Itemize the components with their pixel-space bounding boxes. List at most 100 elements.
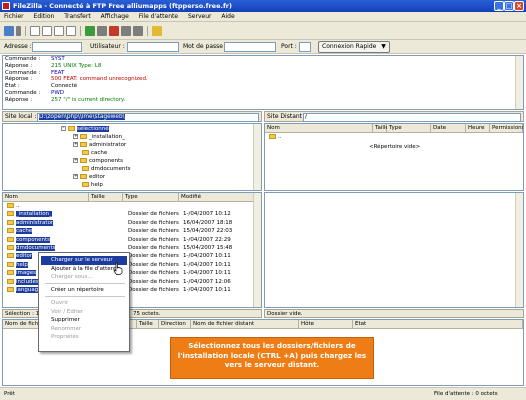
col-header-size[interactable]: Taille bbox=[89, 193, 123, 202]
log-text: FEAT bbox=[51, 69, 65, 76]
tree-item[interactable]: dmdocuments bbox=[82, 166, 130, 174]
folder-icon bbox=[7, 228, 14, 234]
selection-size: 75 octets. bbox=[133, 311, 161, 317]
file-type: Dossier de fichiers bbox=[128, 278, 179, 285]
queue-icon[interactable] bbox=[66, 26, 76, 36]
col-header-date[interactable]: Date bbox=[431, 124, 466, 133]
tree-item[interactable]: + _installation_ bbox=[73, 134, 125, 142]
menu-item-delete[interactable]: Supprimer bbox=[41, 316, 127, 325]
filter-icon[interactable] bbox=[152, 26, 162, 36]
tree-item-label: administrator bbox=[89, 142, 127, 148]
tree-item-label: dmdocuments bbox=[91, 166, 131, 172]
expand-icon[interactable]: + bbox=[73, 158, 78, 163]
col-header-name[interactable]: Nom bbox=[265, 124, 373, 133]
tree-item[interactable]: + administrator bbox=[73, 142, 126, 150]
file-row[interactable]: _installation_ Dossier de fichiers 1-/04/2… bbox=[3, 210, 258, 218]
collapse-icon[interactable]: - bbox=[61, 126, 66, 131]
menu-item-view-edit[interactable]: Voir / Editer bbox=[41, 308, 127, 317]
close-button[interactable]: × bbox=[514, 1, 524, 11]
local-path-input[interactable]: D:\zopen\php\\ime\stageweb\ bbox=[37, 113, 259, 122]
folder-icon bbox=[80, 134, 87, 139]
message-log-icon[interactable] bbox=[30, 26, 40, 36]
file-date: 1-/04/2007 22:29 bbox=[183, 236, 231, 243]
menu-file-attente[interactable]: File d'attente bbox=[135, 12, 182, 22]
menu-transfert[interactable]: Transfert bbox=[60, 12, 94, 22]
window-title: FileZilla - Connecté à FTP Free alliumap… bbox=[13, 2, 232, 10]
message-log: Commande : SYST Réponse : 215 UNIX Type: L… bbox=[2, 55, 524, 110]
local-tree-scrollbar[interactable] bbox=[253, 124, 261, 190]
refresh-icon[interactable] bbox=[85, 26, 95, 36]
quickconnect-button[interactable]: Connexion Rapide ▼ bbox=[318, 41, 390, 53]
tree-item[interactable]: + editor bbox=[73, 174, 105, 182]
menu-item-create-dir[interactable]: Créer un répertoire bbox=[41, 286, 127, 295]
host-input[interactable] bbox=[32, 42, 82, 52]
file-type: Dossier de fichiers bbox=[128, 219, 179, 226]
process-queue-icon[interactable] bbox=[97, 26, 107, 36]
file-date: 1-/04/2007 10:11 bbox=[183, 287, 231, 293]
remote-parent-row[interactable]: .. bbox=[269, 134, 282, 142]
tree-item[interactable]: + components bbox=[73, 158, 123, 166]
user-input[interactable] bbox=[127, 42, 179, 52]
col-header-time[interactable]: Heure bbox=[466, 124, 490, 133]
menu-fichier[interactable]: Fichier bbox=[0, 12, 28, 22]
log-key: Etat : bbox=[5, 83, 20, 90]
status-text: Prêt bbox=[4, 391, 15, 397]
col-header-status[interactable]: Etat bbox=[353, 320, 523, 329]
menu-serveur[interactable]: Serveur bbox=[184, 12, 215, 22]
col-header-perms[interactable]: Permissions bbox=[490, 124, 523, 133]
col-header-host[interactable]: Hôte bbox=[299, 320, 353, 329]
folder-icon bbox=[7, 261, 14, 267]
tree-item[interactable]: help bbox=[82, 182, 103, 190]
log-line: Réponse : 215 UNIX Type: L8 bbox=[3, 63, 523, 70]
tree-item[interactable]: cache bbox=[82, 150, 107, 158]
dropdown-icon[interactable] bbox=[16, 26, 21, 36]
expand-icon[interactable]: + bbox=[73, 174, 78, 179]
maximize-button[interactable]: □ bbox=[504, 1, 514, 11]
menu-item-rename[interactable]: Renommer bbox=[41, 325, 127, 334]
col-header-name[interactable]: Nom bbox=[3, 193, 89, 202]
remote-list-scrollbar[interactable] bbox=[515, 193, 523, 307]
col-header-remote-file[interactable]: Nom de fichier distant bbox=[191, 320, 299, 329]
folder-icon bbox=[7, 236, 14, 242]
remote-path-bar: Site Distant : / bbox=[264, 111, 524, 122]
tree-item-root[interactable]: - sélectionné bbox=[61, 126, 109, 134]
minimize-button[interactable]: _ bbox=[494, 1, 504, 11]
password-input[interactable] bbox=[224, 42, 276, 52]
remote-path-input[interactable]: / bbox=[303, 113, 521, 122]
menu-aide[interactable]: Aide bbox=[217, 12, 238, 22]
file-row[interactable]: components Dossier de fichiers 1-/04/2007 … bbox=[3, 236, 258, 244]
chevron-down-icon[interactable]: ▼ bbox=[381, 43, 386, 50]
site-manager-icon[interactable] bbox=[4, 26, 14, 36]
log-scrollbar[interactable] bbox=[515, 56, 523, 109]
local-tree-icon[interactable] bbox=[42, 26, 52, 36]
file-date: 1-/04/2007 10:11 bbox=[183, 253, 231, 260]
menu-item-properties[interactable]: Propriétés bbox=[41, 333, 127, 342]
tree-item-label: help bbox=[91, 182, 103, 188]
file-row[interactable]: administrator Dossier de fichiers 16/04/20… bbox=[3, 219, 258, 227]
expand-icon[interactable]: + bbox=[73, 134, 78, 139]
file-name: includes bbox=[16, 278, 39, 285]
menu-item-open[interactable]: Ouvrir bbox=[41, 299, 127, 308]
reconnect-icon[interactable] bbox=[133, 26, 143, 36]
col-header-direction[interactable]: Direction bbox=[159, 320, 191, 329]
menu-separator bbox=[45, 283, 125, 284]
menu-affichage[interactable]: Affichage bbox=[97, 12, 133, 22]
col-header-type[interactable]: Type bbox=[123, 193, 179, 202]
port-input[interactable] bbox=[299, 42, 311, 52]
remote-tree-icon[interactable] bbox=[54, 26, 64, 36]
expand-icon[interactable]: + bbox=[73, 142, 78, 147]
log-text: 500 FEAT: command unrecognized. bbox=[51, 76, 148, 83]
col-header-size[interactable]: Taille bbox=[373, 124, 389, 133]
file-date: 1-/04/2007 10:11 bbox=[183, 270, 231, 277]
col-header-type[interactable]: Type bbox=[387, 124, 431, 133]
local-list-scrollbar[interactable] bbox=[253, 193, 261, 307]
menu-edition[interactable]: Edition bbox=[30, 12, 59, 22]
remote-empty-text: <Répertoire vide> bbox=[369, 144, 421, 150]
disconnect-icon[interactable] bbox=[121, 26, 131, 36]
col-header-size[interactable]: Taille bbox=[137, 320, 159, 329]
queue-size-text: File d'attente : 0 octets bbox=[434, 391, 498, 397]
file-row[interactable]: cache Dossier de fichiers 15/04/2007 22:03 bbox=[3, 227, 258, 235]
file-row-parent[interactable]: .. bbox=[3, 202, 258, 210]
cancel-icon[interactable] bbox=[109, 26, 119, 36]
col-header-modified[interactable]: Modifié bbox=[179, 193, 255, 202]
